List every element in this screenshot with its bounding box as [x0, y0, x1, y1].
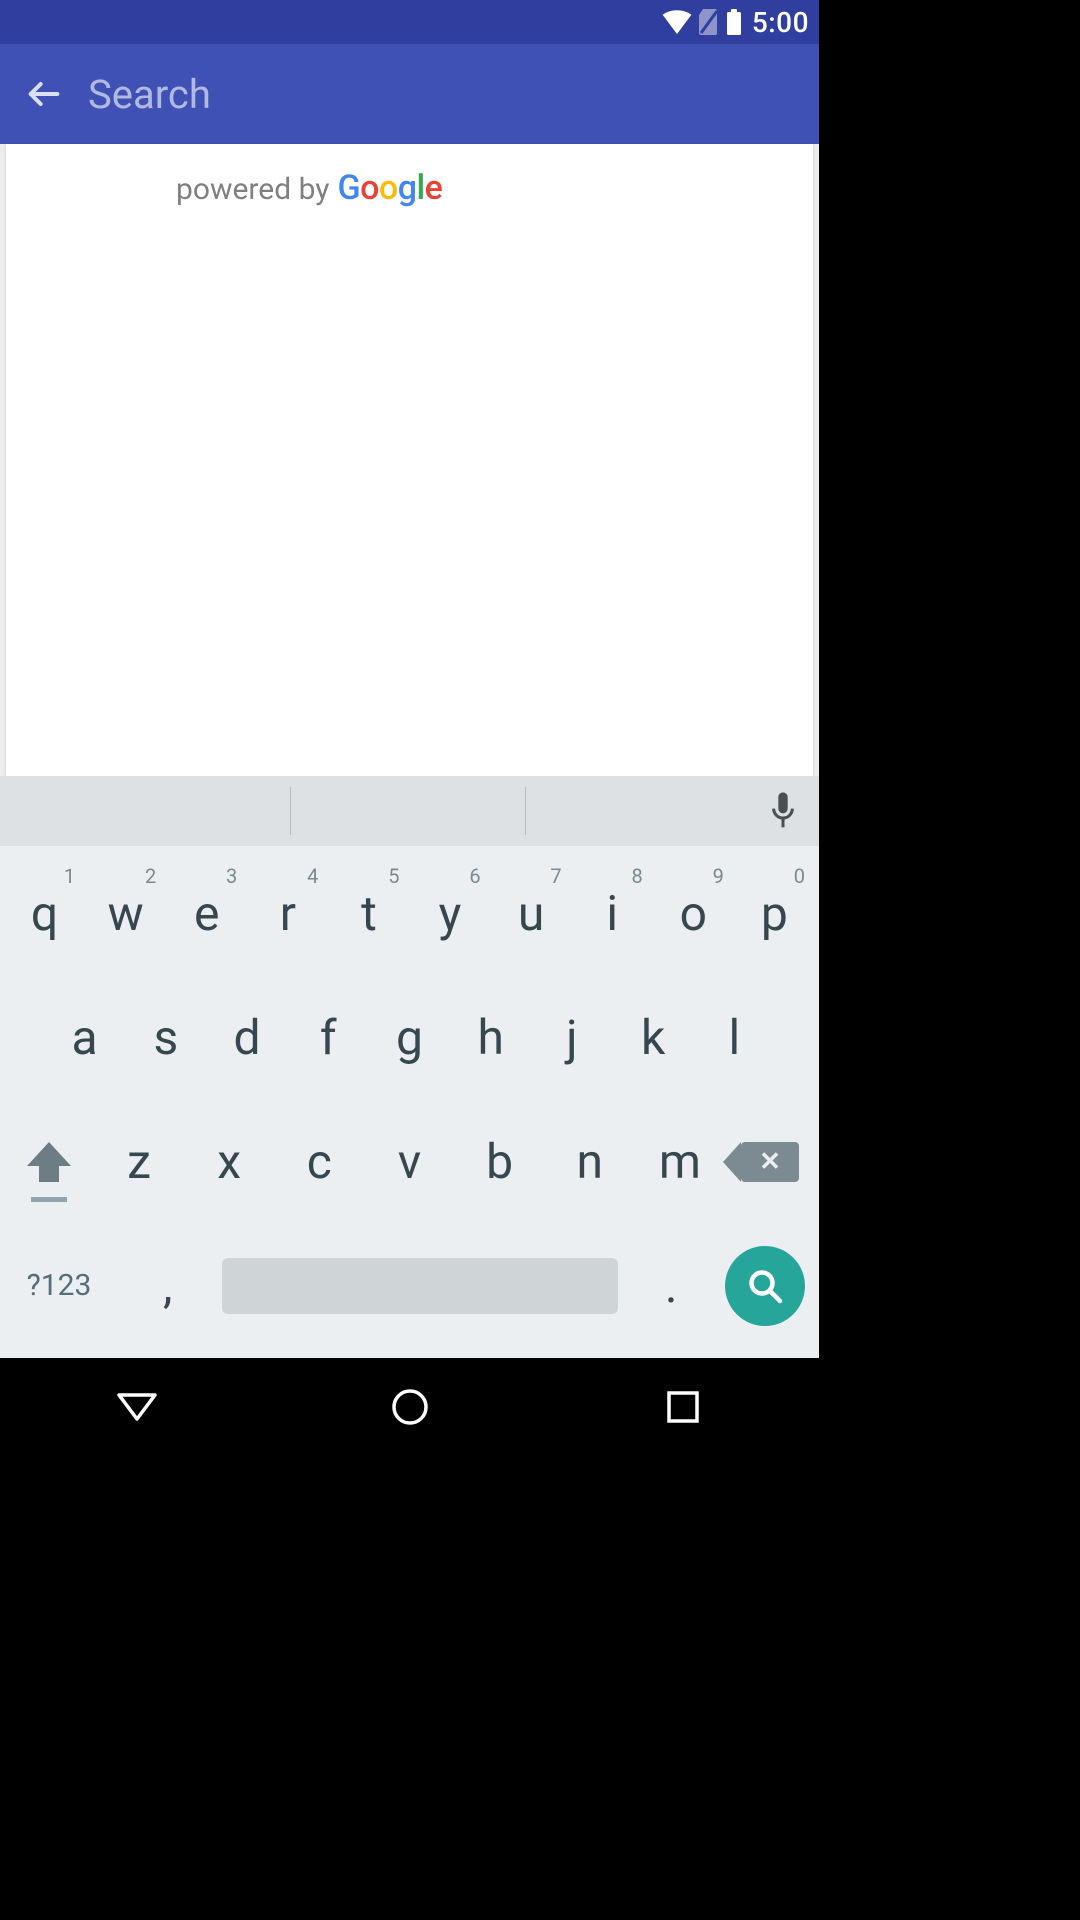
app-bar — [0, 44, 819, 144]
back-button[interactable] — [16, 66, 72, 122]
key-b[interactable]: b — [455, 1108, 545, 1216]
backspace-icon: ✕ — [741, 1142, 799, 1182]
key-f[interactable]: f — [288, 984, 369, 1092]
content-area: powered by Google — [0, 144, 819, 776]
key-y[interactable]: 6y — [409, 860, 490, 968]
backspace-key[interactable]: ✕ — [725, 1108, 815, 1216]
key-m[interactable]: m — [635, 1108, 725, 1216]
key-a[interactable]: a — [44, 984, 125, 1092]
key-g[interactable]: g — [369, 984, 450, 1092]
key-t[interactable]: 5t — [328, 860, 409, 968]
navigation-bar — [0, 1358, 819, 1456]
triangle-down-icon — [116, 1390, 158, 1424]
suggestion-bar — [0, 776, 819, 846]
key-row-1: 1q2w3e4r5t6y7u8i9o0p — [4, 860, 815, 968]
comma-key[interactable]: , — [128, 1232, 208, 1340]
shift-icon — [27, 1142, 71, 1182]
results-card: powered by Google — [6, 144, 813, 776]
google-logo: Google — [337, 168, 442, 208]
powered-by-text: powered by — [176, 172, 329, 207]
key-h[interactable]: h — [450, 984, 531, 1092]
soft-keyboard: 1q2w3e4r5t6y7u8i9o0p asdfghjkl zxcvbnm ✕… — [0, 776, 819, 1358]
powered-by-google: powered by Google — [6, 168, 813, 208]
key-v[interactable]: v — [364, 1108, 454, 1216]
shift-key[interactable] — [4, 1108, 94, 1216]
key-o[interactable]: 9o — [653, 860, 734, 968]
wifi-icon — [662, 10, 692, 34]
battery-icon — [726, 9, 742, 35]
key-x[interactable]: x — [184, 1108, 274, 1216]
search-input[interactable] — [72, 71, 803, 118]
key-rows: 1q2w3e4r5t6y7u8i9o0p asdfghjkl zxcvbnm ✕… — [0, 846, 819, 1358]
key-r[interactable]: 4r — [247, 860, 328, 968]
key-z[interactable]: z — [94, 1108, 184, 1216]
key-row-4: ?123 , . — [4, 1232, 815, 1340]
key-s[interactable]: s — [125, 984, 206, 1092]
suggestion-divider — [290, 787, 291, 835]
key-u[interactable]: 7u — [491, 860, 572, 968]
nav-home-button[interactable] — [380, 1377, 440, 1437]
status-bar: 5:00 — [0, 0, 819, 44]
key-q[interactable]: 1q — [4, 860, 85, 968]
key-i[interactable]: 8i — [572, 860, 653, 968]
key-w[interactable]: 2w — [85, 860, 166, 968]
nav-back-button[interactable] — [107, 1377, 167, 1437]
key-n[interactable]: n — [545, 1108, 635, 1216]
arrow-left-icon — [24, 74, 64, 114]
voice-input-button[interactable] — [769, 792, 797, 830]
key-j[interactable]: j — [531, 984, 612, 1092]
key-p[interactable]: 0p — [734, 860, 815, 968]
key-k[interactable]: k — [613, 984, 694, 1092]
key-row-2: asdfghjkl — [4, 984, 815, 1092]
space-key[interactable] — [222, 1258, 618, 1314]
no-sim-icon — [698, 9, 720, 35]
key-row-3: zxcvbnm ✕ — [4, 1108, 815, 1216]
search-icon — [747, 1268, 783, 1304]
symbols-key[interactable]: ?123 — [4, 1232, 114, 1340]
circle-icon — [390, 1387, 430, 1427]
nav-recents-button[interactable] — [653, 1377, 713, 1437]
mic-icon — [769, 792, 797, 830]
key-d[interactable]: d — [206, 984, 287, 1092]
suggestion-divider — [525, 787, 526, 835]
square-icon — [666, 1390, 700, 1424]
status-clock: 5:00 — [752, 6, 809, 39]
key-e[interactable]: 3e — [166, 860, 247, 968]
search-action-key[interactable] — [725, 1246, 805, 1326]
key-l[interactable]: l — [694, 984, 775, 1092]
period-key[interactable]: . — [631, 1232, 711, 1340]
key-c[interactable]: c — [274, 1108, 364, 1216]
